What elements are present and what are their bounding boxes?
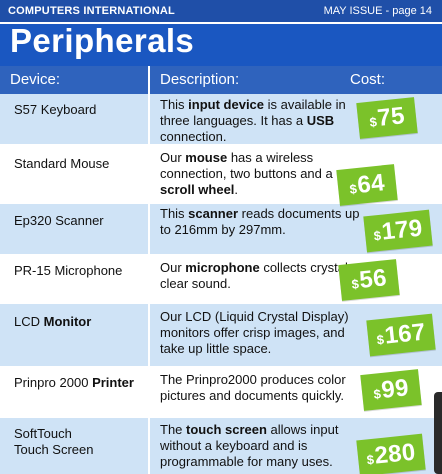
device-name: PR-15 Microphone [14, 263, 146, 279]
text-run: This [160, 97, 189, 112]
device-name: S57 Keyboard [14, 102, 146, 118]
device-description: The Prinpro2000 produces color pictures … [160, 372, 360, 404]
device-description: Our microphone collects crystal clear so… [160, 260, 360, 292]
text-run: Our [160, 260, 186, 275]
price-tag: $56 [338, 259, 400, 301]
currency-symbol: $ [368, 114, 378, 130]
price-amount: 75 [376, 102, 407, 132]
bold-text: USB [306, 113, 335, 128]
text-run: Ep320 Scanner [14, 213, 104, 228]
price-tag: $280 [356, 433, 426, 474]
device-name: Prinpro 2000 Printer [14, 375, 146, 391]
device-name: Ep320 Scanner [14, 213, 146, 229]
column-header-description: Description: [160, 71, 240, 88]
currency-symbol: $ [348, 181, 358, 197]
device-description: This scanner reads documents up to 216mm… [160, 206, 360, 238]
price-tag: $179 [363, 209, 433, 253]
bold-text: Monitor [43, 314, 92, 329]
price-tag: $167 [366, 313, 436, 357]
text-run: Our [160, 150, 186, 165]
column-header-cost: Cost: [350, 71, 386, 88]
device-description: Our LCD (Liquid Crystal Display) monitor… [160, 309, 360, 357]
price-amount: 167 [383, 318, 427, 350]
price-tag: $64 [336, 164, 398, 206]
device-name: LCD Monitor [14, 314, 146, 330]
price-amount: 179 [380, 214, 424, 246]
column-divider [148, 94, 150, 144]
text-run: LCD [14, 314, 44, 329]
page-edge-shadow [434, 392, 442, 474]
text-run: The Prinpro2000 produces color pictures … [160, 372, 346, 403]
currency-symbol: $ [366, 451, 375, 468]
column-divider [148, 144, 150, 204]
text-run: PR-15 Microphone [14, 263, 123, 278]
text-run: connection. [160, 129, 227, 144]
column-header-device: Device: [10, 71, 61, 88]
text-run: This [160, 206, 189, 221]
price-amount: 56 [358, 264, 389, 294]
currency-symbol: $ [350, 276, 360, 292]
device-name: Standard Mouse [14, 156, 146, 172]
column-divider [148, 204, 150, 254]
page-title: Peripherals [10, 22, 195, 59]
currency-symbol: $ [372, 386, 382, 402]
text-run: Our LCD (Liquid Crystal Display) monitor… [160, 309, 349, 356]
currency-symbol: $ [373, 227, 382, 244]
column-divider [148, 418, 150, 474]
magazine-name: COMPUTERS INTERNATIONAL [8, 5, 175, 17]
bold-text: scroll wheel [160, 182, 235, 197]
device-description: This input device is available in three … [160, 97, 360, 145]
text-run: S57 Keyboard [14, 102, 97, 117]
price-tag: $99 [360, 369, 422, 411]
bold-text: touch screen [186, 422, 267, 437]
text-run: SoftTouch Touch Screen [14, 426, 94, 457]
currency-symbol: $ [376, 331, 385, 348]
device-description: The touch screen allows input without a … [160, 422, 360, 470]
text-run: Standard Mouse [14, 156, 110, 171]
table-header: Device: Description: Cost: [0, 66, 442, 94]
bold-text: input device [188, 97, 265, 112]
price-amount: 99 [380, 374, 411, 404]
bold-text: Printer [92, 375, 134, 390]
text-run: . [234, 182, 239, 197]
column-divider [148, 254, 150, 304]
column-divider [148, 66, 150, 94]
bold-text: microphone [185, 260, 260, 275]
text-run: Prinpro 2000 [14, 375, 93, 390]
top-bar: COMPUTERS INTERNATIONAL MAY ISSUE - page… [0, 0, 442, 22]
price-tag: $75 [356, 97, 418, 139]
title-banner: Peripherals [0, 22, 442, 66]
text-run: The [160, 422, 187, 437]
column-divider [148, 366, 150, 418]
price-amount: 280 [373, 438, 417, 470]
magazine-page: COMPUTERS INTERNATIONAL MAY ISSUE - page… [0, 0, 442, 474]
device-name: SoftTouch Touch Screen [14, 426, 104, 458]
price-amount: 64 [356, 169, 387, 199]
device-description: Our mouse has a wireless connection, two… [160, 150, 360, 198]
bold-text: mouse [185, 150, 228, 165]
issue-label: MAY ISSUE - page 14 [323, 5, 432, 17]
bold-text: scanner [188, 206, 239, 221]
column-divider [148, 304, 150, 366]
